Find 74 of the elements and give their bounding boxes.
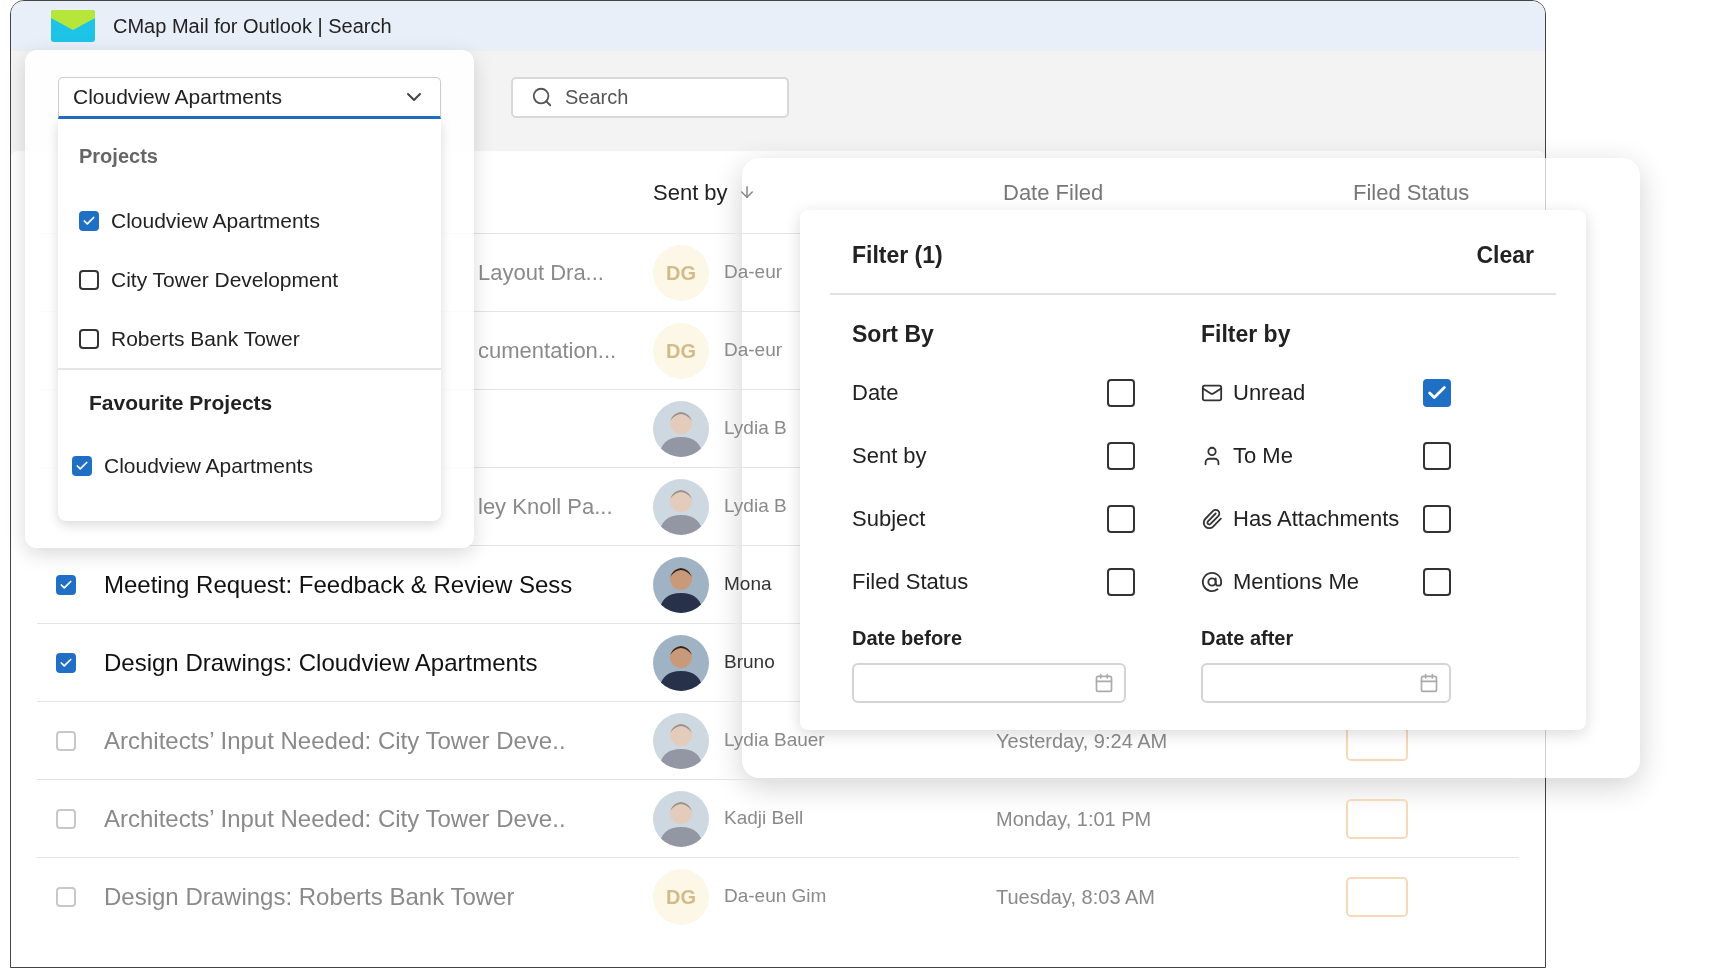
search-icon [531,86,553,108]
column-header[interactable]: Filed Status [1353,175,1470,209]
option-label: Subject [852,505,926,533]
checkbox[interactable] [1423,378,1451,407]
check-icon [75,459,89,473]
checkbox[interactable] [1423,567,1451,596]
date-filed: Tuesday, 8:03 AM [996,885,1155,908]
sender-name: Lydia B [724,417,787,439]
checkbox[interactable] [79,210,99,231]
field-label: Date after [1201,626,1295,651]
checkbox[interactable] [1107,504,1135,533]
at-sign-icon [1201,570,1223,593]
checkbox[interactable] [79,269,99,290]
sender-name: Lydia B [724,495,787,517]
project-dropdown[interactable]: Cloudview Apartments [58,77,441,119]
checkbox[interactable] [1107,378,1135,407]
logo-icon [51,10,95,42]
option-label: Date [852,379,899,407]
avatar-initials: DG [653,244,709,301]
column-header[interactable]: Date Filed [1003,175,1104,209]
checkbox[interactable] [56,574,76,595]
window-title: CMap Mail for Outlook | Search [113,14,392,39]
project-option[interactable]: City Tower Development [111,263,339,296]
status-tag [1346,876,1408,917]
checkbox[interactable] [56,652,76,673]
checkbox[interactable] [72,456,92,476]
section-title: Projects [79,144,159,169]
calendar-icon [1419,673,1439,693]
calendar-icon [1094,673,1114,693]
column-header[interactable]: Sent by [653,175,728,209]
message-subject: Design Drawings: Roberts Bank Tower [104,882,515,910]
message-subject: Architects’ Input Needed: City Tower Deve.. [104,726,566,754]
section-title: Favourite Projects [89,390,274,416]
message-subject: ley Knoll Pa... [478,494,613,519]
checkbox[interactable] [1107,441,1135,470]
project-option[interactable]: Cloudview Apartments [104,450,313,482]
date-filed: Monday, 1:01 PM [996,807,1152,830]
sender-name: Kadji Bell [724,807,804,829]
date-filed: Yesterday, 9:24 AM [996,729,1168,752]
section-title: Filter by [1201,319,1292,349]
message-subject: Design Drawings: Cloudview Apartments [104,648,538,676]
sender-name: Da-eun Gim [724,885,827,907]
checkbox[interactable] [1423,441,1451,470]
project-option[interactable]: Roberts Bank Tower [111,322,300,355]
checkbox[interactable] [1107,567,1135,596]
checkbox[interactable] [79,328,99,349]
sender-name: Mona [724,573,772,595]
date-field[interactable] [852,663,1126,703]
status-tag [1346,798,1408,839]
option-label: Has Attachments [1233,505,1400,533]
option-label: Unread [1233,379,1306,407]
message-subject: Layout Dra... [478,260,604,285]
checkbox[interactable] [1423,504,1451,533]
filter-title: Filter (1) [852,241,943,270]
avatar-initials: DG [653,868,709,925]
sender-name: Da-eur [724,339,783,361]
option-label: To Me [1233,442,1293,470]
clear-button[interactable]: Clear [1476,238,1534,273]
date-field[interactable] [1201,663,1451,703]
message-subject: Architects’ Input Needed: City Tower Deve.. [104,804,566,832]
paperclip-icon [1201,507,1223,530]
option-label: Filed Status [852,568,969,596]
sender-name: Bruno [724,651,775,673]
message-subject: Meeting Request: Feedback & Review Sess [104,570,573,598]
field-label: Date before [852,626,964,651]
search-field[interactable]: Search [511,77,789,118]
avatar-initials: DG [653,322,709,379]
option-label: Mentions Me [1233,568,1359,596]
sender-name: Lydia Bauer [724,729,825,751]
section-title: Sort By [852,319,935,349]
option-label: Sent by [852,442,927,470]
project-option[interactable]: Cloudview Apartments [111,204,320,237]
message-subject: cumentation... [478,338,617,363]
sender-name: Da-eur [724,261,783,283]
